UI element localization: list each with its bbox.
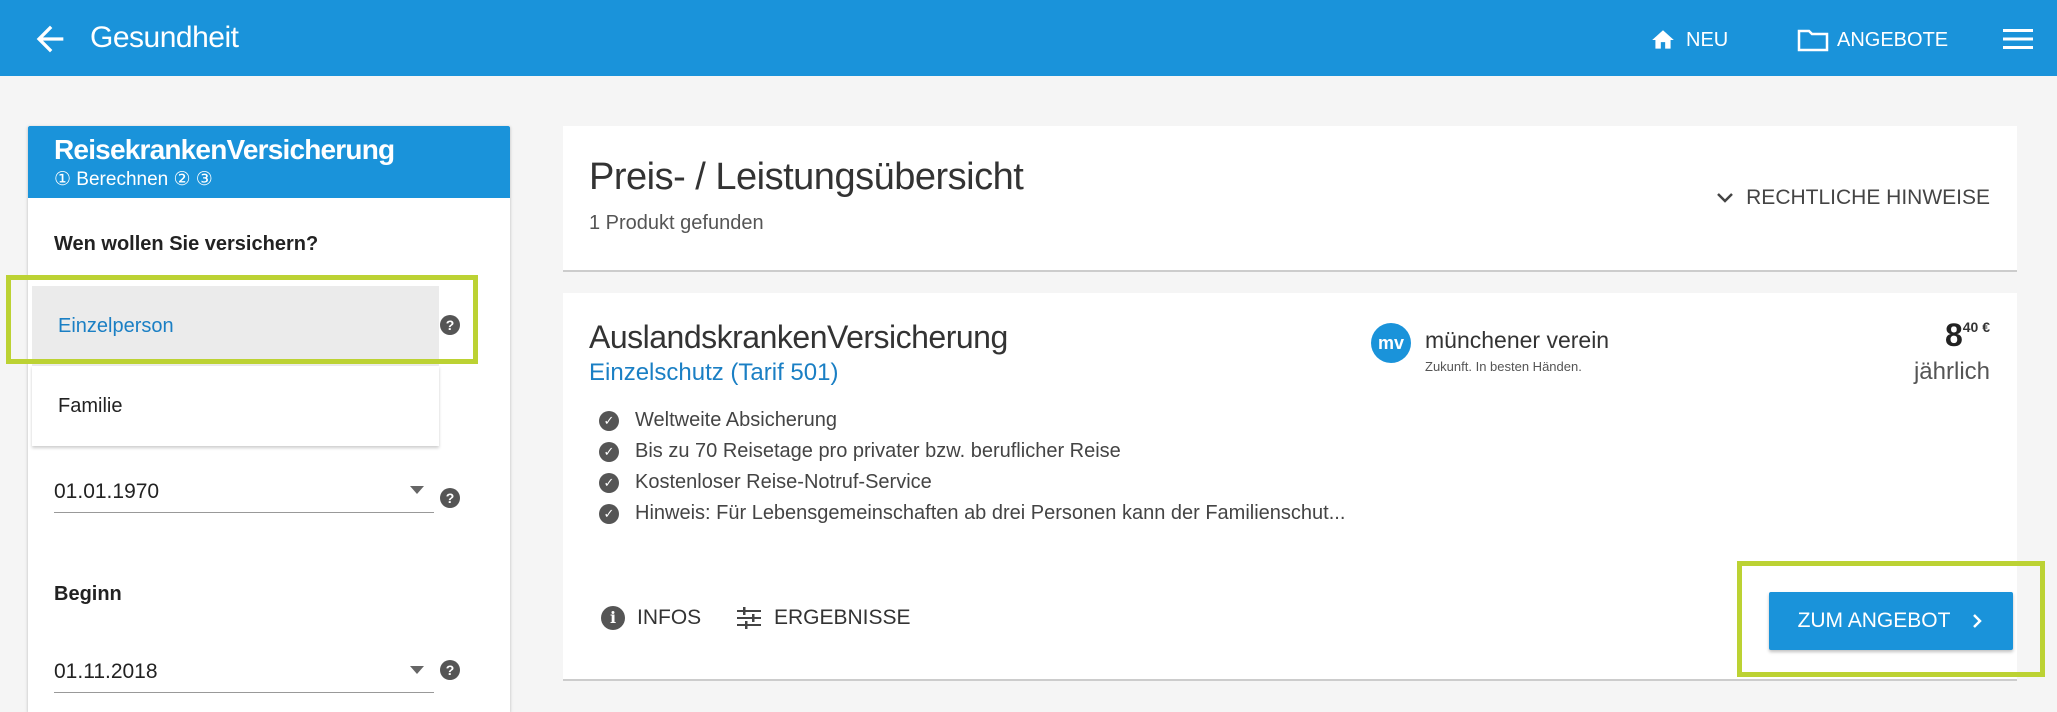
- start-date-value: 01.11.2018: [54, 660, 158, 683]
- app-bar: Gesundheit NEU ANGEBOTE: [0, 0, 2057, 76]
- calculator-sidebar: ReisekrankenVersicherung ① Berechnen ② ③…: [28, 126, 510, 712]
- highlight-frame-option: [6, 275, 478, 364]
- check-icon: ✓: [599, 441, 619, 462]
- price-period: jährlich: [1913, 358, 1990, 385]
- insured-question: Wen wollen Sie versichern?: [54, 233, 319, 255]
- feature-text: Kostenloser Reise-Notruf-Service: [635, 471, 932, 493]
- back-arrow-icon[interactable]: [30, 19, 70, 59]
- feature-text: Hinweis: Für Lebensgemeinschaften ab dre…: [635, 502, 1346, 524]
- dropdown-arrow-icon: [410, 666, 424, 674]
- results-button[interactable]: ERGEBNISSE: [736, 606, 911, 630]
- insurer-name: münchener verein: [1425, 327, 1610, 353]
- birthdate-value: 01.01.1970: [54, 480, 160, 503]
- feature-item: ✓ Kostenloser Reise-Notruf-Service: [599, 471, 932, 494]
- infos-label: INFOS: [637, 606, 702, 629]
- dropdown-arrow-icon: [410, 486, 424, 494]
- overview-title: Preis- / Leistungsübersicht: [589, 156, 1024, 198]
- birthdate-select[interactable]: 01.01.1970: [54, 468, 434, 513]
- tune-sliders-icon: [737, 607, 761, 629]
- product-count: 1 Produkt gefunden: [589, 212, 764, 234]
- info-icon: i: [601, 606, 625, 630]
- highlight-frame-cta: [1737, 561, 2045, 677]
- nav-offers-label: ANGEBOTE: [1837, 28, 1949, 51]
- insurer-logo-mark: mv: [1371, 323, 1411, 363]
- infos-button[interactable]: i INFOS: [601, 606, 701, 630]
- legal-notes-label: RECHTLICHE HINWEISE: [1746, 186, 1990, 209]
- product-name: AuslandskrankenVersicherung: [589, 319, 1008, 355]
- insurer-logo: mv münchener verein Zukunft. In besten H…: [1371, 323, 1631, 379]
- folder-icon: [1797, 29, 1829, 52]
- start-date-dropdown[interactable]: 01.11.2018: [54, 648, 434, 693]
- feature-item: ✓ Weltweite Absicherung: [599, 409, 837, 432]
- nav-offers-button[interactable]: ANGEBOTE: [1797, 26, 1948, 54]
- nav-new-button[interactable]: NEU: [1648, 26, 1728, 54]
- check-icon: ✓: [599, 472, 619, 493]
- product-tariff-link[interactable]: Einzelschutz (Tarif 501): [589, 359, 838, 387]
- insurer-tagline: Zukunft. In besten Händen.: [1425, 359, 1582, 374]
- sidebar-header: ReisekrankenVersicherung ① Berechnen ② ③: [28, 126, 510, 198]
- price-cents: 40 €: [1962, 319, 1990, 335]
- price-block: 840 € jährlich: [1914, 317, 1990, 386]
- feature-text: Weltweite Absicherung: [635, 409, 837, 431]
- home-icon: [1652, 30, 1674, 49]
- price-main: 8: [1944, 317, 1963, 353]
- help-icon[interactable]: ?: [440, 660, 460, 680]
- check-icon: ✓: [599, 410, 619, 431]
- legal-notes-toggle[interactable]: RECHTLICHE HINWEISE: [1716, 186, 1990, 210]
- results-label: ERGEBNISSE: [774, 606, 911, 629]
- check-icon: ✓: [599, 503, 619, 524]
- step-indicator: ① Berechnen ② ③: [54, 169, 213, 190]
- feature-item: ✓ Hinweis: Für Lebensgemeinschaften ab d…: [599, 502, 1345, 525]
- feature-text: Bis zu 70 Reisetage pro privater bzw. be…: [635, 440, 1121, 462]
- chevron-down-icon: [1717, 193, 1734, 203]
- feature-item: ✓ Bis zu 70 Reisetage pro privater bzw. …: [599, 440, 1121, 463]
- overview-card: Preis- / Leistungsübersicht 1 Produkt ge…: [563, 126, 2017, 272]
- start-label: Beginn: [54, 583, 122, 605]
- option-familie[interactable]: Familie: [32, 366, 439, 446]
- hamburger-menu-icon[interactable]: [2003, 27, 2033, 51]
- page-title: Gesundheit: [90, 21, 239, 54]
- help-icon[interactable]: ?: [440, 488, 460, 508]
- sidebar-title: ReisekrankenVersicherung: [54, 134, 395, 165]
- nav-new-label: NEU: [1686, 28, 1729, 51]
